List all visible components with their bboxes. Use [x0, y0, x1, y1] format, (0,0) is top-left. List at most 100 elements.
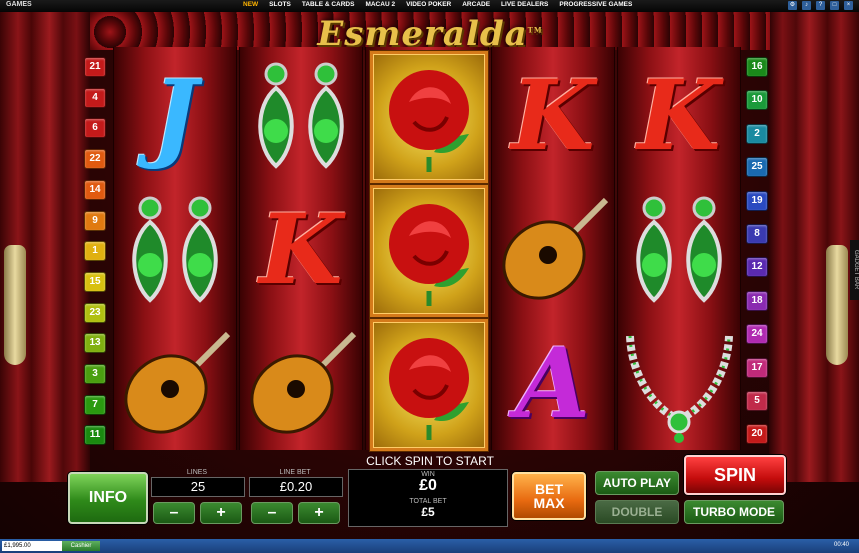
payline-badge[interactable]: 1	[84, 241, 106, 262]
rose-icon	[389, 338, 469, 440]
nav-live-dealers[interactable]: LIVE DEALERS	[501, 1, 548, 8]
earrings-icon	[132, 196, 218, 303]
symbol-earrings	[240, 49, 362, 183]
auto-play-button[interactable]: AUTO PLAY	[595, 471, 679, 495]
sound-icon[interactable]: ♪	[802, 1, 811, 10]
help-icon[interactable]: ?	[816, 1, 825, 10]
tassel-right	[826, 245, 848, 365]
earrings-icon	[258, 62, 344, 169]
nav-macau2[interactable]: MACAU 2	[365, 1, 395, 8]
totalbet-label: TOTAL BET	[409, 498, 447, 505]
tassel-left	[4, 245, 26, 365]
payline-badge[interactable]: 3	[84, 364, 106, 384]
payline-badge[interactable]: 16	[746, 57, 768, 77]
payline-badge[interactable]: 8	[746, 224, 768, 244]
trademark: TM	[527, 25, 543, 35]
nav-progressive[interactable]: PROGRESSIVE GAMES	[559, 1, 632, 8]
payline-badge[interactable]: 2	[746, 123, 768, 144]
symbol-jack: J	[152, 59, 198, 172]
guitar-icon	[501, 197, 608, 300]
symbol-rose	[370, 185, 488, 317]
lines-plus-button[interactable]: +	[200, 502, 242, 524]
payline-badge[interactable]: 15	[84, 271, 106, 292]
close-icon[interactable]: ×	[844, 1, 853, 10]
payline-badge[interactable]: 4	[84, 87, 106, 108]
symbol-earrings	[114, 183, 236, 317]
bet-max-button[interactable]: BET MAX	[512, 472, 586, 520]
spin-label: SPIN	[713, 464, 756, 485]
rose-icon	[389, 204, 469, 306]
symbol-necklace	[618, 317, 740, 451]
guitar-icon	[123, 331, 230, 434]
nav-slots[interactable]: SLOTS	[269, 1, 291, 8]
necklace-icon	[625, 335, 733, 443]
nav-table-cards[interactable]: TABLE & CARDS	[302, 1, 355, 8]
symbol-rose	[370, 51, 488, 183]
turbo-mode-button[interactable]: TURBO MODE	[684, 500, 784, 524]
games-label[interactable]: GAMES	[6, 1, 32, 8]
bet-max-label: BET MAX	[533, 481, 565, 511]
payline-badge[interactable]: 20	[746, 424, 768, 445]
reel-1: J	[113, 47, 237, 450]
payline-badge[interactable]: 13	[84, 333, 106, 354]
payline-badge[interactable]: 17	[746, 357, 768, 378]
settings-icon[interactable]: ⚙	[788, 1, 797, 10]
payline-badge[interactable]: 21	[84, 57, 106, 77]
payline-badge[interactable]: 11	[84, 425, 106, 446]
reel-5: K	[617, 47, 741, 450]
reel-4: K A	[491, 47, 615, 450]
nav-video-poker[interactable]: VIDEO POKER	[406, 1, 451, 8]
payline-badge[interactable]: 6	[84, 118, 106, 139]
double-button[interactable]: DOUBLE	[595, 500, 679, 524]
payline-badge[interactable]: 14	[84, 179, 106, 200]
payline-badge[interactable]: 18	[746, 290, 768, 311]
payline-badge[interactable]: 10	[746, 90, 768, 111]
payline-badge[interactable]: 23	[84, 302, 106, 323]
cashier-button[interactable]: Cashier	[62, 541, 100, 551]
category-nav: NEW SLOTS TABLE & CARDS MACAU 2 VIDEO PO…	[243, 1, 632, 8]
payline-badge[interactable]: 9	[84, 210, 106, 231]
gadget-bar[interactable]: GADGET BAR	[850, 240, 859, 300]
clock: 00:40	[833, 542, 849, 548]
linebet-minus-button[interactable]: –	[251, 502, 293, 524]
symbol-guitar	[240, 317, 362, 451]
payline-badge[interactable]: 25	[746, 157, 768, 178]
symbol-king: K	[259, 193, 343, 306]
window-controls: ⚙ ♪ ? □ ×	[788, 1, 853, 10]
win-totalbet-panel: WIN £0 TOTAL BET £5	[348, 469, 508, 527]
nav-arcade[interactable]: ARCADE	[462, 1, 490, 8]
symbol-rose	[370, 319, 488, 451]
totalbet-value: £5	[421, 505, 435, 519]
fullscreen-icon[interactable]: □	[830, 1, 839, 10]
guitar-icon	[249, 331, 356, 434]
payline-badge[interactable]: 22	[84, 149, 106, 170]
spin-button[interactable]: SPIN	[684, 455, 786, 495]
rose-icon	[389, 70, 469, 172]
balance-display: £1,995.00	[2, 541, 62, 551]
win-value: £0	[419, 477, 437, 494]
info-label: INFO	[88, 489, 128, 506]
symbol-earrings	[618, 183, 740, 317]
lines-minus-button[interactable]: –	[153, 502, 195, 524]
status-bar: £1,995.00 Cashier 00:40	[0, 539, 859, 553]
reel-3	[365, 47, 489, 451]
symbol-king: K	[637, 59, 721, 172]
linebet-display: £0.20	[249, 477, 343, 497]
linebet-plus-button[interactable]: +	[298, 502, 340, 524]
info-button[interactable]: INFO	[68, 472, 148, 524]
spin-prompt: CLICK SPIN TO START	[366, 454, 494, 468]
symbol-guitar	[492, 183, 614, 317]
reels-area: J K K A K	[113, 47, 741, 451]
linebet-label: LINE BET	[279, 469, 311, 476]
nav-new[interactable]: NEW	[243, 1, 258, 8]
payline-badge[interactable]: 19	[746, 190, 768, 211]
payline-badge[interactable]: 12	[746, 257, 768, 278]
payline-badge[interactable]: 24	[746, 324, 768, 345]
earrings-icon	[636, 196, 722, 303]
payline-badge[interactable]: 7	[84, 394, 106, 415]
lines-label: LINES	[186, 469, 208, 476]
symbol-king: K	[511, 59, 595, 172]
payline-badge[interactable]: 5	[746, 391, 768, 411]
reel-2: K	[239, 47, 363, 450]
symbol-ace: A	[515, 327, 591, 440]
